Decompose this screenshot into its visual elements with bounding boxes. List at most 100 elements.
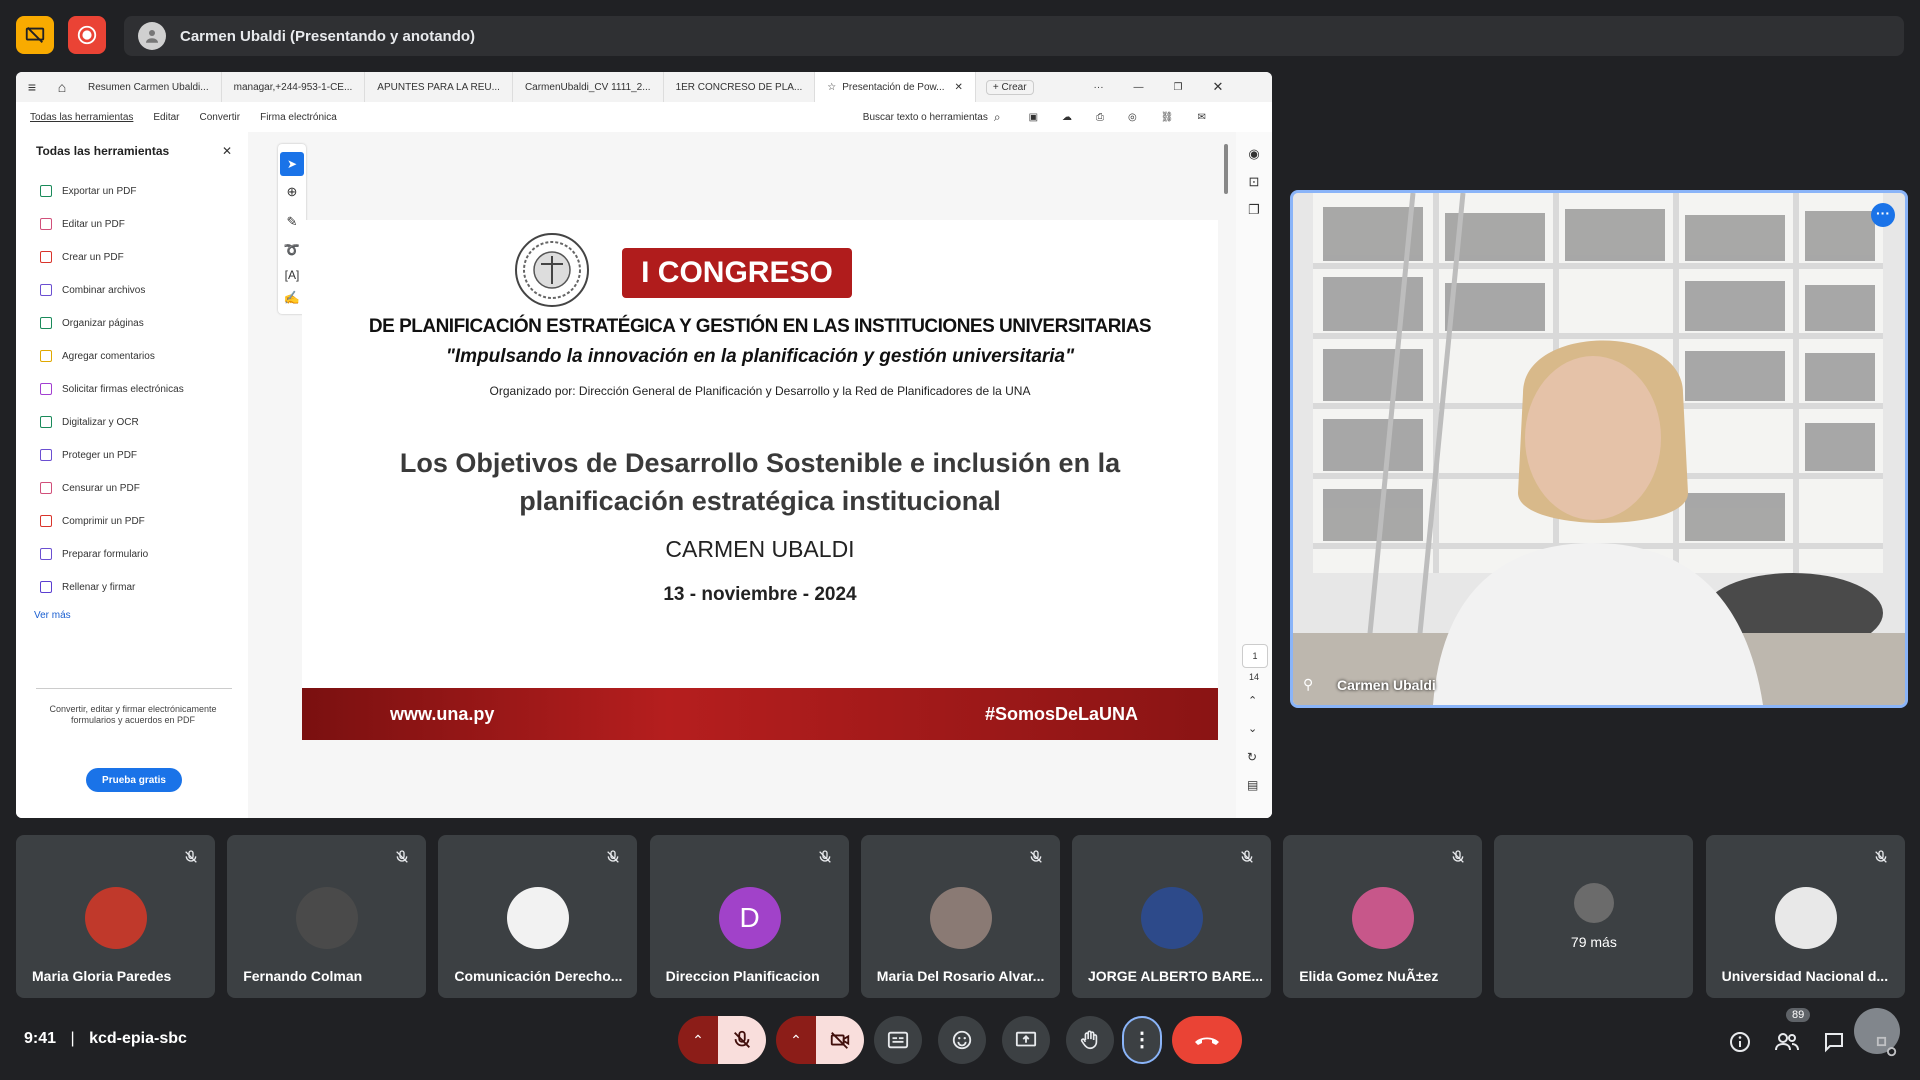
tool-icon [40,581,52,593]
participant-tile[interactable]: Maria Del Rosario Alvar... [860,835,1060,998]
organizer-text: Organizado por: Dirección General de Pla… [489,384,1031,398]
star-icon: ☆ [827,81,837,93]
ai-assistant-icon[interactable]: ◎ [1128,112,1137,123]
people-count-badge: 89 [1786,1008,1811,1022]
browser-tab[interactable]: managar,+244-953-1-CE... [222,72,366,102]
select-tool-icon[interactable]: ➤ [280,152,304,176]
more-tabs-button[interactable]: ··· [1094,82,1104,93]
participant-tile[interactable]: Comunicación Derecho... [438,835,638,998]
participant-tile[interactable]: 79 más [1494,835,1694,998]
tool-icon [40,482,52,494]
tool-item[interactable]: Preparar formulario [40,545,148,563]
speaker-pin-icon[interactable]: ⚲ [1303,676,1313,693]
browser-tab-active[interactable]: ☆ Presentación de Pow... ✕ [815,72,976,102]
scrollbar[interactable] [1224,144,1228,194]
pdf-toolbar: Todas las herramientas Editar Convertir … [16,102,1272,133]
browser-tab[interactable]: CarmenUbaldi_CV 1111_2... [513,72,664,102]
total-pages: 14 [1248,672,1259,682]
leave-call-button[interactable] [1172,1016,1242,1064]
video-options-button[interactable]: ⌃ [776,1016,816,1064]
tool-item[interactable]: Censurar un PDF [40,479,140,497]
speaker-more-options-button[interactable]: ··· [1871,203,1895,227]
search-tools-input[interactable]: Buscar texto o herramientas [863,112,988,123]
participant-avatar [85,887,147,949]
tool-item[interactable]: Editar un PDF [40,215,125,233]
present-icon [1015,1031,1037,1047]
presentation-indicator-button[interactable] [16,16,54,54]
more-options-button[interactable]: ⋮ [1122,1016,1162,1064]
mail-icon[interactable]: ✉ [1197,112,1205,123]
participant-tile[interactable]: JORGE ALBERTO BARE... [1072,835,1271,998]
tool-item[interactable]: Comprimir un PDF [40,512,145,530]
close-window-icon[interactable]: ✕ [1213,79,1224,95]
chevron-up-icon: ⌃ [692,1031,704,1048]
participant-tile[interactable]: Maria Gloria Paredes [16,835,215,998]
raise-hand-button[interactable] [1066,1016,1114,1064]
tool-icon [40,284,52,296]
browser-tab[interactable]: 1ER CONCRESO DE PLA... [664,72,816,102]
talk-title-line2: planificación estratégica institucional [519,486,1001,516]
participant-name: Maria Gloria Paredes [32,968,172,984]
audio-options-button[interactable]: ⌃ [678,1016,718,1064]
rotate-icon[interactable]: ↻ [1247,750,1257,764]
tool-item[interactable]: Solicitar firmas electrónicas [40,380,184,398]
close-panel-icon[interactable]: ✕ [222,144,232,158]
present-screen-button[interactable] [1002,1016,1050,1064]
link-icon[interactable]: ⛓ [1161,112,1174,123]
home-icon[interactable]: ⌂ [48,79,76,95]
promo-text: Convertir, editar y firmar electrónicame… [49,704,217,725]
comment-tool-icon[interactable]: ⊕ [278,184,306,200]
new-tab-button[interactable]: + Crear [985,79,1034,95]
camera-toggle-button[interactable] [816,1016,864,1064]
page-up-icon[interactable]: ⌃ [1248,694,1257,707]
participant-tile[interactable]: Universidad Nacional d... [1705,835,1905,998]
menu-all-tools[interactable]: Todas las herramientas [30,112,133,123]
more-participants-avatars [1574,883,1615,923]
print-icon[interactable]: ⎙ [1096,112,1104,123]
activities-button[interactable] [1854,1008,1900,1057]
menu-convert[interactable]: Convertir [200,112,241,123]
free-trial-button[interactable]: Prueba gratis [86,768,182,792]
footer-url: www.una.py [390,703,495,724]
save-icon[interactable]: ▣ [1029,112,1038,123]
participant-tile[interactable]: D Direccion Planificacion [649,835,849,998]
tool-label: Rellenar y firmar [62,581,136,593]
page-down-icon[interactable]: ⌄ [1248,722,1257,735]
tool-icon [40,548,52,560]
browser-tab[interactable]: Resumen Carmen Ubaldi... [76,72,222,102]
hamburger-menu-icon[interactable]: ≡ [16,79,48,95]
tool-item[interactable]: Combinar archivos [40,281,145,299]
restore-icon[interactable]: ❐ [1174,82,1183,93]
search-icon[interactable]: ⌕ [994,110,1001,125]
tool-item[interactable]: Digitalizar y OCR [40,413,139,431]
menu-esign[interactable]: Firma electrónica [260,112,337,123]
fit-page-icon[interactable]: ▤ [1247,778,1258,792]
tool-item[interactable]: Exportar un PDF [40,182,136,200]
tool-item[interactable]: Rellenar y firmar [40,578,135,596]
minimize-icon[interactable]: — [1134,82,1144,93]
captions-button[interactable] [874,1016,922,1064]
bookmark-rail-icon[interactable]: ⊡ [1236,174,1272,190]
chat-button[interactable] [1822,1030,1846,1059]
tool-item[interactable]: Proteger un PDF [40,446,137,464]
meeting-info-button[interactable] [1728,1030,1752,1059]
tool-item[interactable]: Crear un PDF [40,248,124,266]
reactions-button[interactable] [938,1016,986,1064]
recording-indicator-button[interactable] [68,16,106,54]
comments-rail-icon[interactable]: ◉ [1236,146,1272,162]
people-button[interactable]: 89 [1774,1008,1811,1059]
browser-tab[interactable]: APUNTES PARA LA REU... [365,72,513,102]
close-tab-icon[interactable]: ✕ [955,82,963,93]
speaker-video-tile[interactable]: ··· ⚲ Carmen Ubaldi [1290,190,1908,708]
participant-tile[interactable]: Elida Gomez NuÃ±ez [1283,835,1483,998]
menu-edit[interactable]: Editar [153,112,179,123]
pages-rail-icon[interactable]: ❐ [1236,202,1272,218]
page-number-box[interactable]: 1 [1242,644,1268,668]
mic-toggle-button[interactable] [718,1016,766,1064]
tool-item[interactable]: Agregar comentarios [40,347,155,365]
see-more-link[interactable]: Ver más [34,610,71,621]
tool-item[interactable]: Organizar páginas [40,314,144,332]
upload-cloud-icon[interactable]: ☁ [1062,112,1072,123]
participant-tile[interactable]: Fernando Colman [227,835,427,998]
participant-name: Universidad Nacional d... [1721,968,1889,984]
